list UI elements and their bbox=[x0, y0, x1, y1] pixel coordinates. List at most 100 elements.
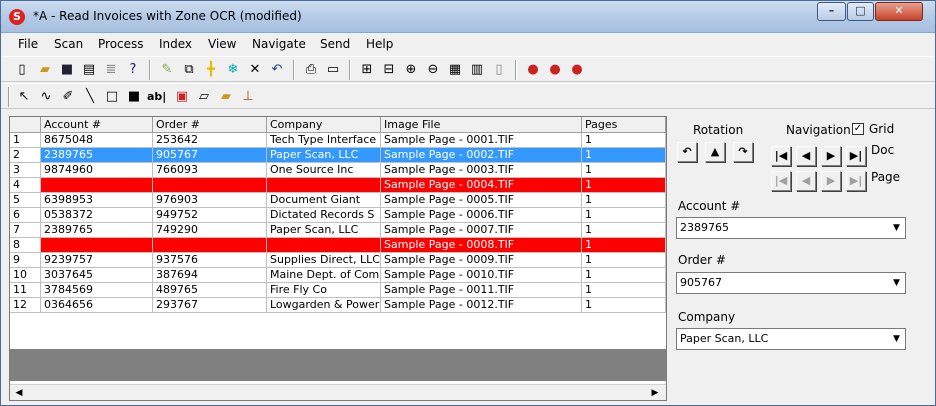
cell-account[interactable]: 9239757 bbox=[41, 253, 153, 268]
rotate-left-button[interactable]: ↶ bbox=[677, 142, 697, 162]
close-button[interactable]: ✕ bbox=[875, 2, 923, 21]
cell-image-file[interactable]: Sample Page - 0004.TIF bbox=[381, 178, 582, 193]
open-folder-icon[interactable]: ▰ bbox=[36, 61, 54, 79]
snowflake-icon[interactable]: ❄ bbox=[224, 61, 242, 79]
zoom-out-icon[interactable]: ⊖ bbox=[424, 61, 442, 79]
table-row[interactable]: 3 9874960 766093 One Source Inc Sample Page … bbox=[10, 163, 666, 178]
app-logo-icon[interactable]: S bbox=[9, 9, 25, 25]
first-doc-button[interactable]: |◀ bbox=[771, 146, 791, 166]
cell-image-file[interactable]: Sample Page - 0001.TIF bbox=[381, 133, 582, 148]
row-number[interactable]: 11 bbox=[10, 283, 41, 298]
chevron-down-icon[interactable]: ▼ bbox=[888, 329, 905, 349]
cell-company[interactable] bbox=[267, 178, 381, 193]
chevron-down-icon[interactable]: ▼ bbox=[888, 218, 905, 238]
cell-company[interactable]: Dictated Records S bbox=[267, 208, 381, 223]
cell-company[interactable]: One Source Inc bbox=[267, 163, 381, 178]
cell-order[interactable]: 905767 bbox=[153, 148, 267, 163]
row-number[interactable]: 12 bbox=[10, 298, 41, 313]
horizontal-scrollbar[interactable]: ◀ ▶ bbox=[10, 384, 666, 400]
cell-company[interactable]: Paper Scan, LLC bbox=[267, 148, 381, 163]
cell-pages[interactable]: 1 bbox=[582, 178, 666, 193]
cell-order[interactable]: 937576 bbox=[153, 253, 267, 268]
cell-account[interactable]: 0538372 bbox=[41, 208, 153, 223]
send-batch-icon[interactable]: ● bbox=[546, 61, 564, 79]
cell-account[interactable]: 2389765 bbox=[41, 223, 153, 238]
rotate-right-button[interactable]: ↷ bbox=[733, 142, 753, 162]
table-row[interactable]: 5 6398953 976903 Document Giant Sample Page … bbox=[10, 193, 666, 208]
company-combo[interactable]: Paper Scan, LLC ▼ bbox=[676, 328, 906, 350]
cell-pages[interactable]: 1 bbox=[582, 253, 666, 268]
rotate-180-button[interactable]: ▲ bbox=[705, 142, 725, 162]
cell-account[interactable]: 2389765 bbox=[41, 148, 153, 163]
table-row[interactable]: 9 9239757 937576 Supplies Direct, LLC Sample… bbox=[10, 253, 666, 268]
cell-company[interactable]: Paper Scan, LLC bbox=[267, 223, 381, 238]
cell-image-file[interactable]: Sample Page - 0012.TIF bbox=[381, 298, 582, 313]
menu-process[interactable]: Process bbox=[98, 37, 144, 51]
cell-image-file[interactable]: Sample Page - 0009.TIF bbox=[381, 253, 582, 268]
cell-image-file[interactable]: Sample Page - 0007.TIF bbox=[381, 223, 582, 238]
send-icon[interactable]: ● bbox=[524, 61, 542, 79]
thumbnails-icon[interactable]: ▦ bbox=[446, 61, 464, 79]
index-grid[interactable]: Account # Order # Company Image File Pag… bbox=[9, 116, 667, 401]
scroll-right-icon[interactable]: ▶ bbox=[647, 386, 663, 400]
print-icon[interactable]: ⎙ bbox=[302, 61, 320, 79]
table-row[interactable]: 7 2389765 749290 Paper Scan, LLC Sample Page… bbox=[10, 223, 666, 238]
table-row[interactable]: 4 Sample Page - 0004.TIF 1 bbox=[10, 178, 666, 193]
menu-file[interactable]: File bbox=[18, 37, 38, 51]
cell-pages[interactable]: 1 bbox=[582, 148, 666, 163]
row-number[interactable]: 8 bbox=[10, 238, 41, 253]
cell-image-file[interactable]: Sample Page - 0006.TIF bbox=[381, 208, 582, 223]
table-row[interactable]: 11 3784569 489765 Fire Fly Co Sample Page - … bbox=[10, 283, 666, 298]
copy-icon[interactable]: ⧉ bbox=[180, 61, 198, 79]
column-header-pages[interactable]: Pages bbox=[582, 117, 666, 133]
note-icon[interactable]: ▱ bbox=[195, 88, 213, 106]
column-header-order[interactable]: Order # bbox=[153, 117, 267, 133]
open-annotation-icon[interactable]: ▰ bbox=[217, 88, 235, 106]
row-number[interactable]: 3 bbox=[10, 163, 41, 178]
row-number[interactable]: 6 bbox=[10, 208, 41, 223]
delete-icon[interactable]: ✕ bbox=[246, 61, 264, 79]
table-row[interactable]: 2 2389765 905767 Paper Scan, LLC Sample Page… bbox=[10, 148, 666, 163]
cell-pages[interactable]: 1 bbox=[582, 193, 666, 208]
cell-image-file[interactable]: Sample Page - 0005.TIF bbox=[381, 193, 582, 208]
cell-pages[interactable]: 1 bbox=[582, 283, 666, 298]
cell-account[interactable] bbox=[41, 178, 153, 193]
cell-company[interactable]: Document Giant bbox=[267, 193, 381, 208]
cell-pages[interactable]: 1 bbox=[582, 223, 666, 238]
cell-account[interactable]: 0364656 bbox=[41, 298, 153, 313]
prev-doc-button[interactable]: ◀ bbox=[796, 146, 816, 166]
row-number[interactable]: 7 bbox=[10, 223, 41, 238]
line-icon[interactable]: ╲ bbox=[81, 88, 99, 106]
column-header-image-file[interactable]: Image File bbox=[381, 117, 582, 133]
chevron-down-icon[interactable]: ▼ bbox=[888, 273, 905, 293]
cell-image-file[interactable]: Sample Page - 0010.TIF bbox=[381, 268, 582, 283]
scroll-left-icon[interactable]: ◀ bbox=[11, 386, 27, 400]
grid-checkbox[interactable]: ✓ bbox=[852, 123, 864, 135]
cell-order[interactable]: 749290 bbox=[153, 223, 267, 238]
first-page-button[interactable]: |◀ bbox=[771, 171, 791, 191]
cell-pages[interactable]: 1 bbox=[582, 163, 666, 178]
zoom-in-icon[interactable]: ⊕ bbox=[402, 61, 420, 79]
page-view-icon[interactable]: ▯ bbox=[490, 61, 508, 79]
prev-page-button[interactable]: ◀ bbox=[796, 171, 816, 191]
cell-order[interactable]: 387694 bbox=[153, 268, 267, 283]
fit-width-icon[interactable]: ⊟ bbox=[380, 61, 398, 79]
cell-pages[interactable]: 1 bbox=[582, 133, 666, 148]
cell-pages[interactable]: 1 bbox=[582, 268, 666, 283]
menu-navigate[interactable]: Navigate bbox=[252, 37, 306, 51]
rectangle-icon[interactable]: □ bbox=[103, 88, 121, 106]
cell-account[interactable] bbox=[41, 238, 153, 253]
order-combo[interactable]: 905767 ▼ bbox=[676, 272, 906, 294]
table-row[interactable]: 6 0538372 949752 Dictated Records S Sample P… bbox=[10, 208, 666, 223]
menu-index[interactable]: Index bbox=[159, 37, 192, 51]
stamp-icon[interactable]: ⊥ bbox=[239, 88, 257, 106]
cell-order[interactable] bbox=[153, 178, 267, 193]
send-all-icon[interactable]: ● bbox=[568, 61, 586, 79]
cell-account[interactable]: 3784569 bbox=[41, 283, 153, 298]
cell-company[interactable]: Lowgarden & Power bbox=[267, 298, 381, 313]
cell-order[interactable]: 949752 bbox=[153, 208, 267, 223]
cell-order[interactable]: 489765 bbox=[153, 283, 267, 298]
row-number[interactable]: 2 bbox=[10, 148, 41, 163]
table-row[interactable]: 12 0364656 293767 Lowgarden & Power Sample P… bbox=[10, 298, 666, 313]
scanner-icon[interactable]: ▭ bbox=[324, 61, 342, 79]
